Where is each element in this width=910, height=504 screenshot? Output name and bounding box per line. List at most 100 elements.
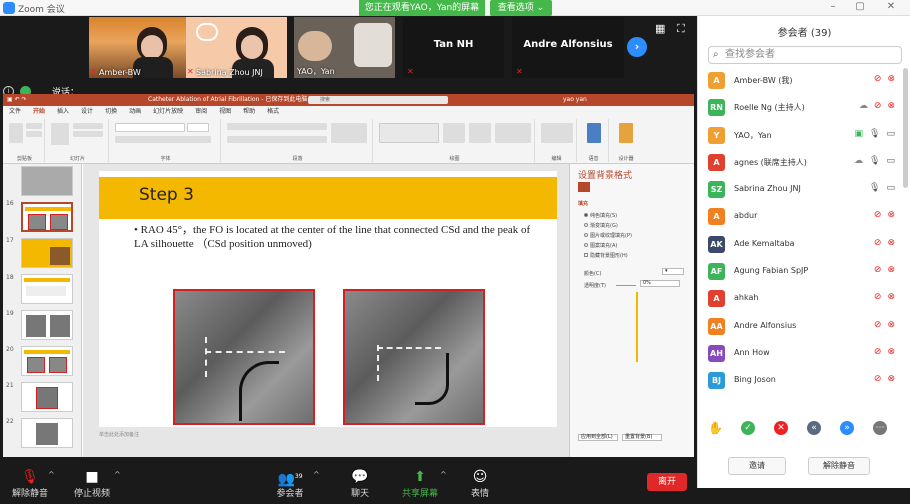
slide-thumbnail[interactable] (21, 274, 73, 304)
fullscreen-icon[interactable]: ⛶ (677, 22, 685, 36)
video-thumbnail[interactable]: ✕ Amber-BW (89, 17, 190, 78)
apply-to-all-button[interactable]: 应用到全部(L) (578, 434, 618, 441)
ribbon-tab[interactable]: 文件 (3, 106, 27, 117)
camera-off-icon[interactable]: ⊗ (887, 74, 895, 84)
font-size-box[interactable] (187, 123, 209, 132)
reset-background-button[interactable]: 重置背景(B) (622, 434, 662, 441)
participant-row[interactable]: AH Ann How ⊘ ⊗ (698, 341, 903, 368)
mic-icon[interactable]: 🎙 (869, 156, 880, 166)
camera-off-icon[interactable]: ⊗ (887, 320, 895, 330)
slide-thumbnail[interactable] (21, 346, 73, 376)
leave-meeting-button[interactable]: 离开 (647, 473, 687, 491)
video-thumbnail[interactable]: Andre Alfonsius ✕ (512, 17, 624, 78)
slide-thumbnail[interactable] (21, 382, 73, 412)
notes-placeholder[interactable]: 单击此处添加备注 (99, 431, 139, 438)
participant-row[interactable]: Aagnes (联席主持人) ☁ 🎙 ▭ (698, 150, 903, 177)
participants-caret-icon[interactable]: ^ (313, 470, 320, 479)
quick-styles-icon[interactable] (469, 123, 491, 143)
minimize-icon[interactable]: – (826, 1, 840, 12)
mic-icon[interactable]: 🎙 (869, 183, 880, 193)
font-format-buttons[interactable] (115, 136, 211, 143)
reactions-button[interactable]: ☺ 表情 (450, 468, 510, 499)
participant-row[interactable]: Aahkah ⊘ ⊗ (698, 286, 903, 313)
camera-icon[interactable]: ▭ (886, 183, 895, 193)
radio-pattern-fill[interactable]: 图案填充(A) (584, 242, 617, 249)
mic-muted-icon[interactable]: ⊘ (874, 74, 882, 84)
radio-picture-fill[interactable]: 图片或纹理填充(P) (584, 232, 632, 239)
camera-off-icon[interactable]: ⊗ (887, 374, 895, 384)
unmute-me-button[interactable]: 解除静音 (808, 457, 870, 475)
more-icon[interactable]: ⋯ (873, 421, 887, 435)
audio-options-caret-icon[interactable]: ^ (48, 470, 55, 479)
fill-category-icon[interactable] (578, 182, 590, 192)
ribbon-tab[interactable]: 视图 (213, 106, 237, 117)
participant-row[interactable]: RN Roelle Ng (主持人) ☁ ⊘ ⊗ (698, 95, 903, 122)
font-name-box[interactable] (115, 123, 185, 132)
mic-muted-icon[interactable]: ⊘ (874, 374, 882, 384)
paste-icon[interactable] (9, 123, 23, 143)
shape-fill-buttons[interactable] (495, 123, 531, 143)
camera-off-icon[interactable]: ⊗ (887, 101, 895, 111)
color-picker-button[interactable]: ▾ (662, 268, 684, 275)
slide-thumbnail[interactable] (21, 418, 73, 448)
participant-row[interactable]: A Amber-BW (我) ⊘ ⊗ (698, 68, 903, 95)
raise-hand-icon[interactable]: ✋ (708, 421, 723, 435)
copy-icon[interactable] (26, 131, 42, 137)
camera-off-icon[interactable]: ⊗ (887, 238, 895, 248)
ribbon-tab[interactable]: 插入 (51, 106, 75, 117)
ribbon-tab[interactable]: 审阅 (189, 106, 213, 117)
slide-thumbnail[interactable] (21, 166, 73, 196)
list-buttons[interactable] (227, 123, 327, 130)
speed-up-icon[interactable]: » (840, 421, 854, 435)
participant-search-input[interactable]: ⌕ 查找参会者 (708, 46, 902, 64)
transparency-slider[interactable] (616, 285, 636, 286)
mic-muted-icon[interactable]: ⊘ (874, 210, 882, 220)
participant-row[interactable]: AK Ade Kemaltaba ⊘ ⊗ (698, 232, 903, 259)
reset-icon[interactable] (73, 131, 103, 137)
ribbon-tab[interactable]: 切换 (99, 106, 123, 117)
yes-icon[interactable]: ✓ (741, 421, 755, 435)
mic-muted-icon[interactable]: ⊘ (874, 292, 882, 302)
participant-row[interactable]: Y YAO，Yan ▣ 🎙 ▭ (698, 123, 903, 150)
participant-row[interactable]: SZ Sabrina Zhou JNJ 🎙 ▭ (698, 177, 903, 204)
ribbon-tab[interactable]: 帮助 (237, 106, 261, 117)
video-thumbnail[interactable]: Tan NH ✕ (403, 17, 504, 78)
checkbox-hide-graphics[interactable]: 隐藏背景图形(H) (584, 252, 628, 259)
maximize-icon[interactable]: ▢ (853, 1, 867, 12)
participant-row[interactable]: AF Agung Fabian SpJP ⊘ ⊗ (698, 259, 903, 286)
close-icon[interactable]: ✕ (884, 1, 898, 12)
camera-off-icon[interactable]: ⊗ (887, 347, 895, 357)
designer-icon[interactable] (619, 123, 633, 143)
camera-icon[interactable]: ▭ (886, 156, 895, 166)
layout-icon[interactable] (73, 123, 103, 129)
next-thumbnails-button[interactable]: › (627, 37, 647, 57)
ribbon-tab[interactable]: 动画 (123, 106, 147, 117)
find-replace-icon[interactable] (541, 123, 573, 143)
cut-icon[interactable] (26, 123, 42, 129)
camera-off-icon[interactable]: ⊗ (887, 292, 895, 302)
gallery-layout-icon[interactable]: ▦ (655, 22, 665, 35)
mic-muted-icon[interactable]: ⊘ (874, 347, 882, 357)
participant-list-scrollbar[interactable] (903, 68, 908, 188)
chat-button[interactable]: 💬 聊天 (330, 468, 390, 499)
invite-button[interactable]: 邀请 (728, 457, 786, 475)
mic-muted-icon[interactable]: ⊘ (874, 101, 882, 111)
video-thumbnail[interactable]: YAO，Yan (294, 17, 395, 78)
participant-row[interactable]: AA Andre Alfonsius ⊘ ⊗ (698, 314, 903, 341)
camera-off-icon[interactable]: ⊗ (887, 265, 895, 275)
camera-icon[interactable]: ▭ (886, 129, 895, 139)
shapes-gallery[interactable] (379, 123, 439, 143)
mic-muted-icon[interactable]: ⊘ (874, 320, 882, 330)
fill-section-header[interactable]: 填充 (578, 200, 588, 207)
radio-gradient-fill[interactable]: 渐变填充(G) (584, 222, 618, 229)
video-thumbnail[interactable]: ✕ Sabrina Zhou JNJ (186, 17, 287, 78)
stop-video-button[interactable]: ■ 停止视频 (62, 468, 122, 499)
align-buttons[interactable] (227, 136, 327, 143)
ribbon-tab[interactable]: 格式 (261, 106, 285, 117)
participants-button[interactable]: 👥39 参会者 (260, 468, 320, 499)
slow-down-icon[interactable]: « (807, 421, 821, 435)
slide-thumbnail[interactable] (21, 310, 73, 340)
share-caret-icon[interactable]: ^ (440, 470, 447, 479)
current-slide[interactable]: Step 3 • RAO 45°，the FO is located at th… (99, 171, 557, 427)
video-options-caret-icon[interactable]: ^ (114, 470, 121, 479)
